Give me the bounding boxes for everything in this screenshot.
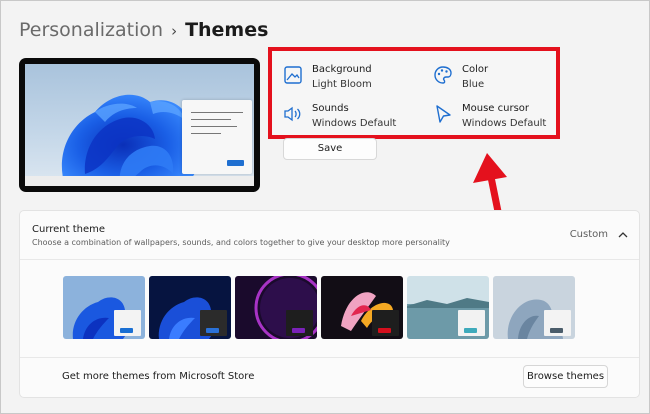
breadcrumb-separator: › bbox=[171, 22, 178, 40]
current-theme-header[interactable]: Current theme Choose a combination of wa… bbox=[20, 211, 639, 260]
preview-window bbox=[182, 100, 252, 174]
sounds-value: Windows Default bbox=[312, 118, 397, 129]
theme-thumbnail[interactable] bbox=[63, 276, 145, 339]
speaker-icon bbox=[284, 106, 301, 122]
palette-icon bbox=[434, 66, 452, 84]
background-value: Light Bloom bbox=[312, 79, 372, 90]
background-label: Background bbox=[312, 64, 372, 75]
current-theme-subtitle: Choose a combination of wallpapers, soun… bbox=[32, 238, 450, 247]
theme-thumbnail[interactable] bbox=[149, 276, 231, 339]
theme-thumbnail[interactable] bbox=[235, 276, 317, 339]
preview-taskbar bbox=[25, 176, 254, 186]
chevron-up-icon[interactable] bbox=[617, 229, 629, 241]
current-theme-title: Current theme bbox=[32, 224, 106, 235]
current-theme-card: Current theme Choose a combination of wa… bbox=[19, 210, 640, 398]
picture-icon bbox=[284, 66, 302, 84]
store-row: Get more themes from Microsoft Store Bro… bbox=[20, 357, 639, 397]
browse-themes-button[interactable]: Browse themes bbox=[523, 365, 608, 388]
theme-properties-highlight: Background Light Bloom Color Blue Sounds… bbox=[268, 47, 560, 139]
mouse-cursor-label: Mouse cursor bbox=[462, 103, 530, 114]
breadcrumb-parent-link[interactable]: Personalization bbox=[19, 19, 163, 41]
preview-accent-button bbox=[227, 160, 244, 166]
current-theme-status: Custom bbox=[569, 229, 608, 240]
store-text: Get more themes from Microsoft Store bbox=[62, 371, 255, 382]
theme-thumbnail[interactable] bbox=[321, 276, 403, 339]
save-button[interactable]: Save bbox=[283, 138, 377, 160]
theme-thumbnail[interactable] bbox=[407, 276, 489, 339]
theme-thumbnail[interactable] bbox=[493, 276, 575, 339]
color-setting[interactable]: Color Blue bbox=[432, 62, 488, 92]
mouse-cursor-setting[interactable]: Mouse cursor Windows Default bbox=[432, 101, 546, 131]
mouse-cursor-value: Windows Default bbox=[462, 118, 547, 129]
theme-gallery bbox=[20, 260, 639, 360]
background-setting[interactable]: Background Light Bloom bbox=[282, 62, 372, 92]
color-label: Color bbox=[462, 64, 489, 75]
color-value: Blue bbox=[462, 79, 485, 90]
theme-preview bbox=[19, 58, 260, 192]
breadcrumb: Personalization › Themes bbox=[19, 19, 268, 41]
preview-screen bbox=[25, 64, 254, 186]
sounds-label: Sounds bbox=[312, 103, 349, 114]
sounds-setting[interactable]: Sounds Windows Default bbox=[282, 101, 396, 131]
cursor-icon bbox=[436, 105, 451, 123]
page-title: Themes bbox=[185, 19, 269, 41]
